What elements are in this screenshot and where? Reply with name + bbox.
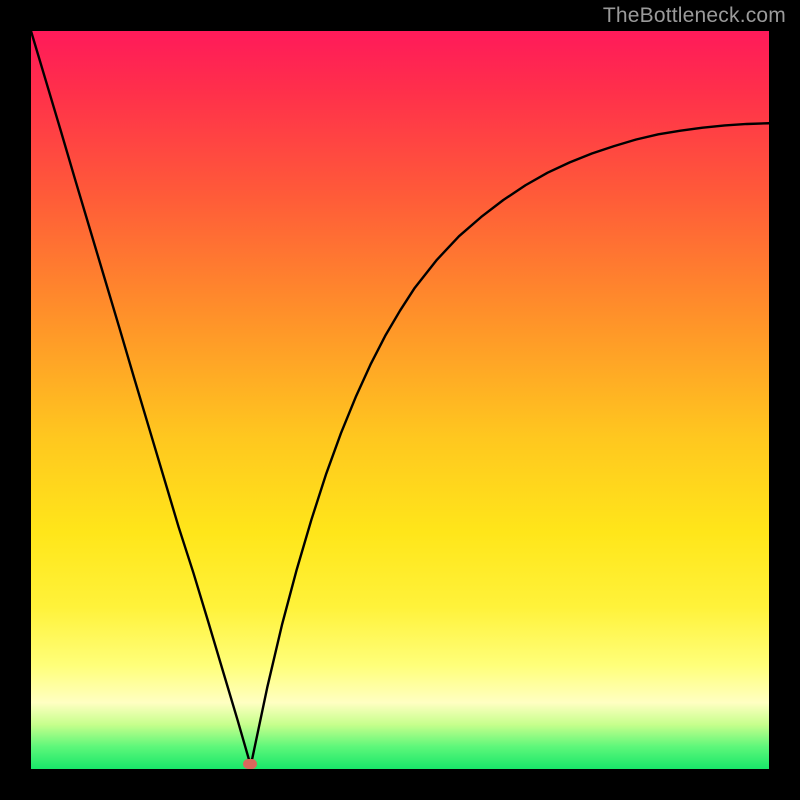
watermark-text: TheBottleneck.com [603,4,786,28]
chart-frame: TheBottleneck.com [0,0,800,800]
curve-min-marker [243,759,257,769]
plot-area [31,31,769,769]
bottleneck-curve [31,31,769,769]
